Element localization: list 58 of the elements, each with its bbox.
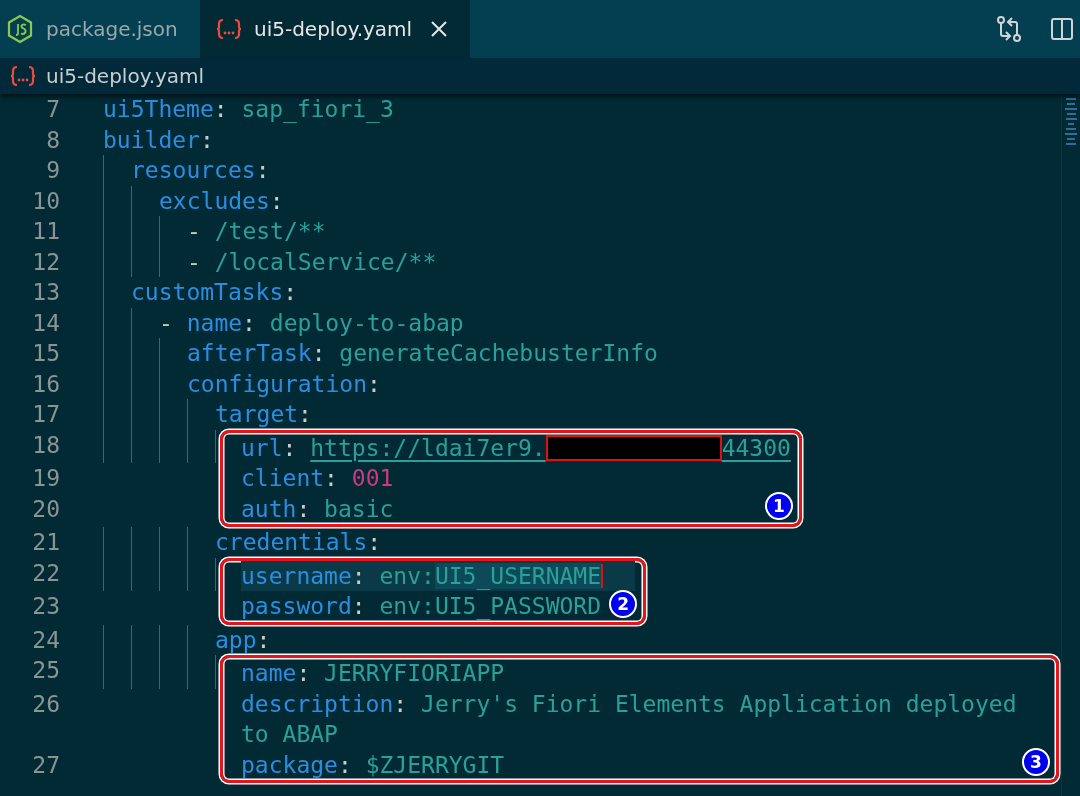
line-number: 23 xyxy=(31,592,60,621)
code-line: name: deploy-to-abap xyxy=(186,308,464,338)
line-number: 22 xyxy=(31,558,60,588)
line-number: 7 xyxy=(45,95,60,124)
braces-icon xyxy=(216,18,242,40)
code-line: excludes: xyxy=(159,186,284,216)
code-line: description: Jerry's Fiori Elements Application deployed to ABAP xyxy=(241,689,1018,749)
code-line: credentials: xyxy=(215,528,382,557)
code-line: target: xyxy=(215,400,312,429)
breadcrumb-item[interactable]: ui5-deploy.yaml xyxy=(46,64,205,88)
line-number: 19 xyxy=(31,464,60,493)
line-number: 27 xyxy=(31,750,60,780)
code-line: name: JERRYFIORIAPP xyxy=(241,659,505,688)
code-line: app: xyxy=(215,625,271,655)
braces-icon xyxy=(10,65,36,87)
code-line: /test/** xyxy=(214,217,326,246)
line-number: 20 xyxy=(31,494,60,524)
close-button[interactable] xyxy=(430,20,449,38)
code-line: customTasks: xyxy=(131,278,298,307)
code-line: builder: xyxy=(103,125,214,155)
code-line: /localService/** xyxy=(214,247,437,277)
code-line: package: $ZJERRYGIT xyxy=(241,750,505,780)
line-number: 10 xyxy=(31,186,60,216)
list-dash: - xyxy=(187,217,202,246)
code-line: configuration: xyxy=(187,369,381,399)
url-link[interactable]: https://ldai7er9. xyxy=(310,432,546,463)
line-number: 18 xyxy=(31,430,60,460)
code-line: afterTask: generateCachebusterInfo xyxy=(187,339,658,368)
editor-tab[interactable]: ui5-deploy.yaml xyxy=(200,0,470,58)
list-dash: - xyxy=(187,247,202,277)
line-number: 8 xyxy=(45,125,60,155)
line-number: 11 xyxy=(31,217,60,246)
number-badge: 2 xyxy=(609,589,638,618)
line-number: 15 xyxy=(31,339,60,368)
line-number: 12 xyxy=(31,247,60,277)
number-badge: 3 xyxy=(1022,748,1050,776)
line-number: 13 xyxy=(31,278,60,307)
line-number: 25 xyxy=(31,656,60,685)
hexagon-icon xyxy=(6,14,34,44)
line-number: 9 xyxy=(45,156,60,185)
line-number: 17 xyxy=(31,400,60,429)
line-number: 24 xyxy=(31,625,60,655)
line-number: 14 xyxy=(31,308,60,338)
line-number: 26 xyxy=(31,689,60,719)
code-line: resources: xyxy=(131,156,270,185)
compare-changes-icon[interactable] xyxy=(996,15,1022,43)
line-number: 16 xyxy=(31,369,60,399)
number-badge: 1 xyxy=(764,492,793,520)
code-line: ui5Theme: sap_fiori_3 xyxy=(103,95,394,125)
code-line: password: env:UI5_PASSWORD xyxy=(241,592,602,622)
split-editor-icon[interactable] xyxy=(1050,17,1074,41)
code-line: username: env:UI5_USERNAME xyxy=(241,561,602,591)
line-number: 21 xyxy=(31,528,60,557)
code-line: auth: basic xyxy=(241,494,394,524)
code-line: client: 001 xyxy=(241,464,394,493)
code-text: url: xyxy=(241,433,298,463)
list-dash: - xyxy=(159,308,174,338)
url-link[interactable]: 44300 xyxy=(721,432,791,463)
